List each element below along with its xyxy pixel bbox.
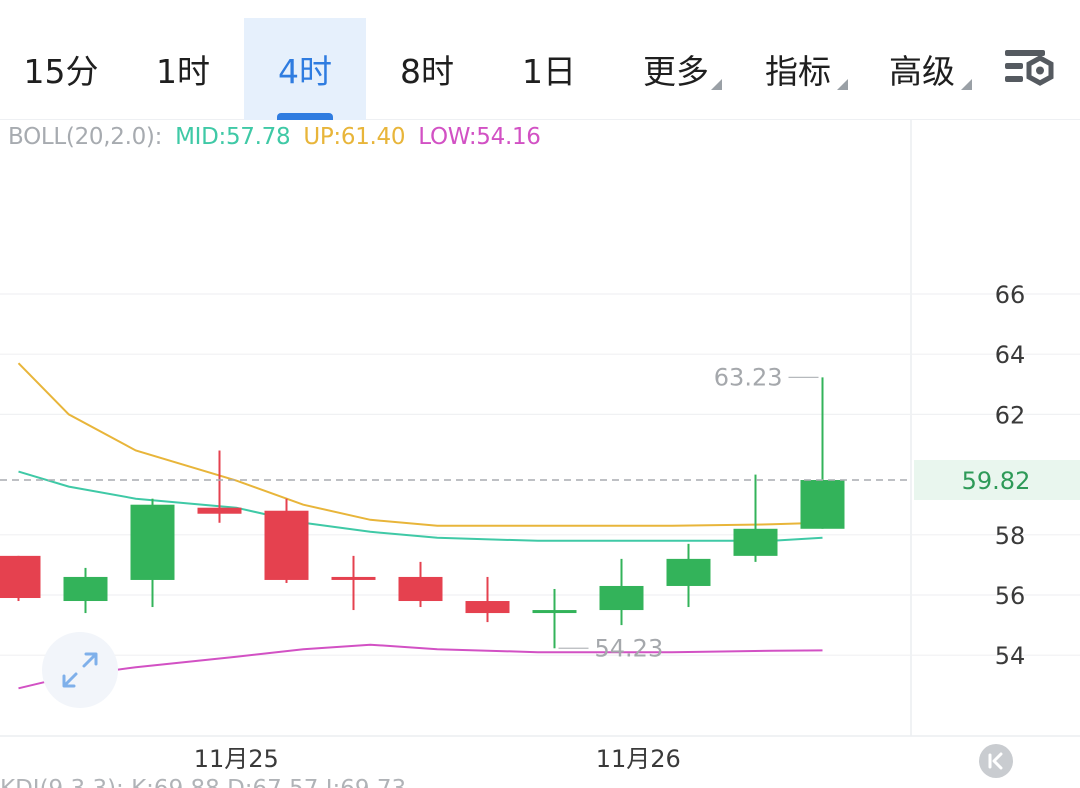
boll-lower-line [18, 643, 823, 690]
y-tick-label: 56 [995, 582, 1026, 610]
candle-body [800, 480, 845, 529]
candle-body [532, 610, 577, 614]
tab-label: 1日 [522, 52, 576, 91]
x-tick-label: 11月26 [596, 745, 681, 773]
rewind-icon [988, 752, 1003, 770]
expand-arrows-icon [62, 652, 98, 688]
tab-label: 8时 [400, 52, 454, 91]
candle-body [63, 576, 108, 602]
low-price-annotation: 54.23 [595, 634, 664, 662]
tab-15min[interactable]: 15分 [0, 18, 122, 120]
candle-body [197, 507, 242, 514]
candle-body [398, 576, 443, 602]
tab-advanced[interactable]: 高级 [866, 18, 978, 120]
candle-body [0, 555, 41, 599]
tab-label: 4时 [278, 52, 332, 91]
tab-label: 指标 [765, 52, 831, 91]
tab-indicators[interactable]: 指标 [742, 18, 854, 120]
dropdown-caret-icon [961, 79, 972, 90]
candle-body [733, 528, 778, 556]
candle-body [599, 585, 644, 611]
timeframe-tab-bar: 15分 1时 4时 8时 1日 更多 指标 高级 [0, 0, 1080, 120]
kdj-legend: KDJ(9,3,3): K:69.88 D:67.57 J:69.73 [0, 776, 406, 788]
y-tick-label: 58 [995, 522, 1026, 550]
y-tick-label: 62 [995, 401, 1026, 429]
expand-chart-button[interactable] [42, 632, 118, 708]
tab-label: 更多 [643, 52, 709, 91]
tab-more[interactable]: 更多 [620, 18, 732, 120]
y-tick-label: 54 [995, 642, 1026, 670]
tab-label: 高级 [889, 52, 955, 91]
scroll-to-latest-button[interactable] [979, 744, 1013, 778]
candle-body [666, 558, 711, 586]
candle-body [264, 510, 309, 580]
current-price-label: 59.82 [962, 467, 1031, 495]
y-tick-label: 66 [995, 281, 1026, 309]
boll-upper-line [17, 362, 823, 527]
x-tick-label: 11月25 [194, 745, 279, 773]
tab-8h[interactable]: 8时 [366, 18, 488, 120]
tab-4h[interactable]: 4时 [244, 18, 366, 120]
chart-settings-icon [1005, 50, 1054, 86]
active-tab-indicator [277, 113, 333, 120]
tab-1h[interactable]: 1时 [122, 18, 244, 120]
tab-1d[interactable]: 1日 [488, 18, 610, 120]
candle-body [465, 601, 510, 614]
dropdown-caret-icon [837, 79, 848, 90]
y-tick-label: 64 [995, 341, 1026, 369]
dropdown-caret-icon [711, 79, 722, 90]
tab-label: 15分 [23, 52, 99, 91]
candle-body [130, 504, 175, 580]
chart-settings-button[interactable] [1002, 44, 1056, 92]
tab-label: 1时 [156, 52, 210, 91]
candlestick-chart[interactable]: 66 64 62 58 56 54 59.82 63.23 54.23 11月25 11月26 [0, 120, 1080, 788]
candle-body [331, 576, 376, 580]
high-price-annotation: 63.23 [714, 363, 783, 391]
